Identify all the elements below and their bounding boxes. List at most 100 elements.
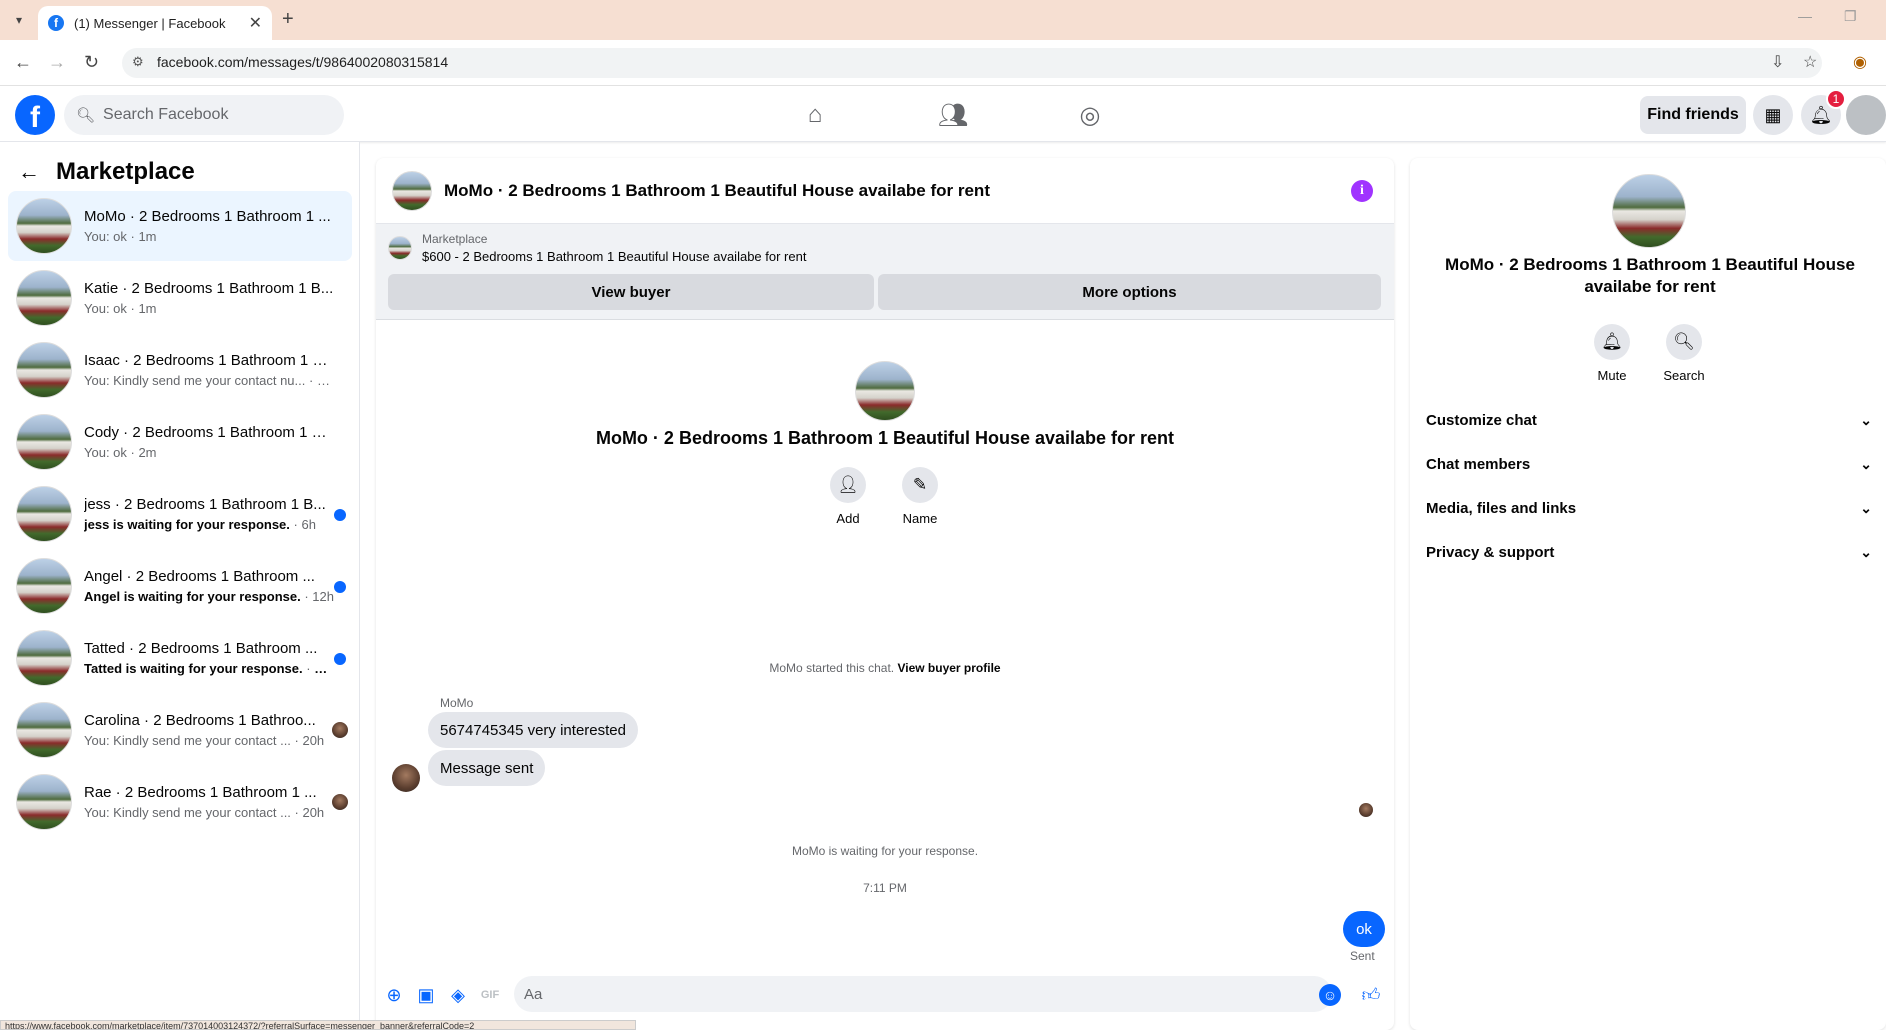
conversation-name: Cody · 2 Bedrooms 1 Bathroom 1 B... xyxy=(84,424,334,441)
friends-icon[interactable]: 👥︎ xyxy=(938,100,968,130)
facebook-logo-icon[interactable]: f xyxy=(15,95,55,135)
pencil-icon: ✎ xyxy=(902,467,938,503)
conversation-item[interactable]: Rae · 2 Bedrooms 1 Bathroom 1 ... You: Ki… xyxy=(8,767,352,837)
conversation-name: Rae · 2 Bedrooms 1 Bathroom 1 ... xyxy=(84,784,317,801)
minimize-icon[interactable]: — xyxy=(1798,8,1812,24)
media-files-links-section[interactable]: Media, files and links ⌄ xyxy=(1426,488,1872,528)
chat-members-section[interactable]: Chat members ⌄ xyxy=(1426,444,1872,484)
section-label: Privacy & support xyxy=(1426,543,1555,561)
site-info-icon[interactable]: ⚙ xyxy=(132,54,144,70)
conversation-item[interactable]: Isaac · 2 Bedrooms 1 Bathroom 1 B... You:… xyxy=(8,335,352,405)
listing-info[interactable]: Marketplace $600 - 2 Bedrooms 1 Bathroom… xyxy=(388,232,806,264)
conversation-preview: Angel is waiting for your response. xyxy=(84,589,301,604)
photo-icon[interactable]: ▣ xyxy=(415,984,437,1006)
conversation-item[interactable]: Carolina · 2 Bedrooms 1 Bathroo... You: K… xyxy=(8,695,352,765)
read-receipt-avatar xyxy=(1359,803,1373,817)
profile-icon[interactable]: ◉ xyxy=(1853,52,1867,72)
emoji-icon[interactable]: ☺ xyxy=(1319,984,1341,1006)
gif-icon[interactable]: GIF xyxy=(479,984,501,1006)
conversation-name: Tatted · 2 Bedrooms 1 Bathroom ... xyxy=(84,640,318,657)
chat-header-avatar[interactable] xyxy=(392,170,432,211)
mute-button[interactable]: 🔔︎ Mute xyxy=(1582,324,1642,383)
chevron-down-icon: ⌄ xyxy=(1860,543,1872,560)
view-buyer-profile-link[interactable]: View buyer profile xyxy=(897,661,1000,675)
bookmark-star-icon[interactable]: ☆ xyxy=(1803,52,1817,72)
conversation-preview: You: Kindly send me your contact ... · 2… xyxy=(84,733,325,748)
chevron-down-icon: ⌄ xyxy=(1860,411,1872,428)
add-person-icon: 👤︎ xyxy=(830,467,866,503)
back-arrow-icon[interactable]: ← xyxy=(18,159,40,185)
listing-thumbnail xyxy=(16,342,72,398)
groups-icon[interactable]: ◎ xyxy=(1075,100,1105,130)
listing-thumbnail xyxy=(16,414,72,470)
conversation-time: · 6h xyxy=(289,517,316,532)
tab-search-dropdown-icon[interactable]: ▾ xyxy=(8,8,30,32)
bell-icon: 🔔︎ xyxy=(1594,324,1630,360)
mute-label: Mute xyxy=(1597,368,1627,383)
sender-avatar[interactable] xyxy=(392,764,420,792)
section-label: Chat members xyxy=(1426,455,1531,473)
add-person-button[interactable]: 👤︎ Add xyxy=(818,467,878,526)
started-text: MoMo started this chat. xyxy=(769,661,895,675)
conversation-name: Angel · 2 Bedrooms 1 Bathroom ... xyxy=(84,568,315,585)
browser-tab[interactable]: f (1) Messenger | Facebook ✕ xyxy=(38,6,272,40)
thumbs-up-icon[interactable]: 👍︎ xyxy=(1360,984,1382,1006)
view-buyer-button[interactable]: View buyer xyxy=(388,274,874,310)
unread-dot xyxy=(334,653,346,665)
conversation-item[interactable]: jess · 2 Bedrooms 1 Bathroom 1 B... jess … xyxy=(8,479,352,549)
privacy-support-section[interactable]: Privacy & support ⌄ xyxy=(1426,532,1872,572)
conversation-item[interactable]: Katie · 2 Bedrooms 1 Bathroom 1 B... You:… xyxy=(8,263,352,333)
chevron-down-icon: ⌄ xyxy=(1860,455,1872,472)
conversation-name: Katie · 2 Bedrooms 1 Bathroom 1 B... xyxy=(84,280,334,297)
forward-icon[interactable]: → xyxy=(48,52,66,73)
more-options-button[interactable]: More options xyxy=(878,274,1381,310)
chevron-down-icon: ⌄ xyxy=(1860,499,1872,516)
install-app-icon[interactable]: ⇩ xyxy=(1771,52,1784,72)
new-tab-icon[interactable]: + xyxy=(282,8,294,31)
reload-icon[interactable]: ↻ xyxy=(84,52,99,73)
conversation-item[interactable]: Tatted · 2 Bedrooms 1 Bathroom ... Tatted… xyxy=(8,623,352,693)
conversation-preview: You: ok · 1m xyxy=(84,301,157,316)
facebook-favicon-icon: f xyxy=(48,15,64,31)
conversation-name: jess · 2 Bedrooms 1 Bathroom 1 B... xyxy=(84,496,326,513)
section-label: Customize chat xyxy=(1426,411,1537,429)
conversation-item[interactable]: Cody · 2 Bedrooms 1 Bathroom 1 B... You: … xyxy=(8,407,352,477)
chat-started-notice: MoMo started this chat. View buyer profi… xyxy=(376,661,1394,675)
details-avatar[interactable] xyxy=(1612,174,1686,248)
seen-avatar xyxy=(332,722,348,738)
edit-name-button[interactable]: ✎ Name xyxy=(890,467,950,526)
find-friends-button[interactable]: Find friends xyxy=(1640,96,1746,134)
customize-chat-section[interactable]: Customize chat ⌄ xyxy=(1426,400,1872,440)
listing-thumbnail xyxy=(16,774,72,830)
home-icon[interactable]: ⌂ xyxy=(800,100,830,130)
listing-small-thumbnail xyxy=(388,236,412,260)
message-timestamp: 7:11 PM xyxy=(863,881,907,895)
conversation-preview: You: Kindly send me your contact nu... ·… xyxy=(84,373,334,388)
incoming-message[interactable]: 5674745345 very interested xyxy=(428,712,638,748)
chat-title[interactable]: MoMo · 2 Bedrooms 1 Bathroom 1 Beautiful… xyxy=(444,181,1394,201)
message-input[interactable]: Aa xyxy=(514,976,1332,1012)
listing-thumbnail xyxy=(16,486,72,542)
conversation-item[interactable]: Angel · 2 Bedrooms 1 Bathroom ... Angel i… xyxy=(8,551,352,621)
url-text[interactable]: facebook.com/messages/t/9864002080315814 xyxy=(157,54,448,70)
tab-title: (1) Messenger | Facebook xyxy=(74,15,226,31)
conversation-time: · 12h xyxy=(300,589,334,604)
back-icon[interactable]: ← xyxy=(14,52,32,73)
conversation-item[interactable]: MoMo · 2 Bedrooms 1 Bathroom 1 ... You: o… xyxy=(8,191,352,261)
incoming-message[interactable]: Message sent xyxy=(428,750,546,786)
conversation-name: MoMo · 2 Bedrooms 1 Bathroom 1 ... xyxy=(84,208,331,225)
conversation-info-icon[interactable]: i xyxy=(1351,180,1373,202)
intro-avatar xyxy=(855,361,915,421)
add-label: Add xyxy=(836,511,860,526)
conversation-time: · 12h xyxy=(302,661,334,676)
outgoing-message[interactable]: ok xyxy=(1343,911,1385,947)
plus-circle-icon[interactable]: ⊕ xyxy=(383,984,405,1006)
waiting-notice: MoMo is waiting for your response. xyxy=(791,844,979,858)
close-tab-icon[interactable]: ✕ xyxy=(249,13,262,33)
sticker-icon[interactable]: ◈ xyxy=(447,984,469,1006)
search-facebook-input[interactable]: 🔍︎ Search Facebook xyxy=(64,95,344,135)
search-in-chat-button[interactable]: 🔍︎ Search xyxy=(1654,324,1714,383)
menu-grid-icon[interactable]: ▦ xyxy=(1753,95,1793,135)
restore-icon[interactable]: ❐ xyxy=(1844,8,1857,25)
account-avatar[interactable] xyxy=(1846,95,1886,135)
